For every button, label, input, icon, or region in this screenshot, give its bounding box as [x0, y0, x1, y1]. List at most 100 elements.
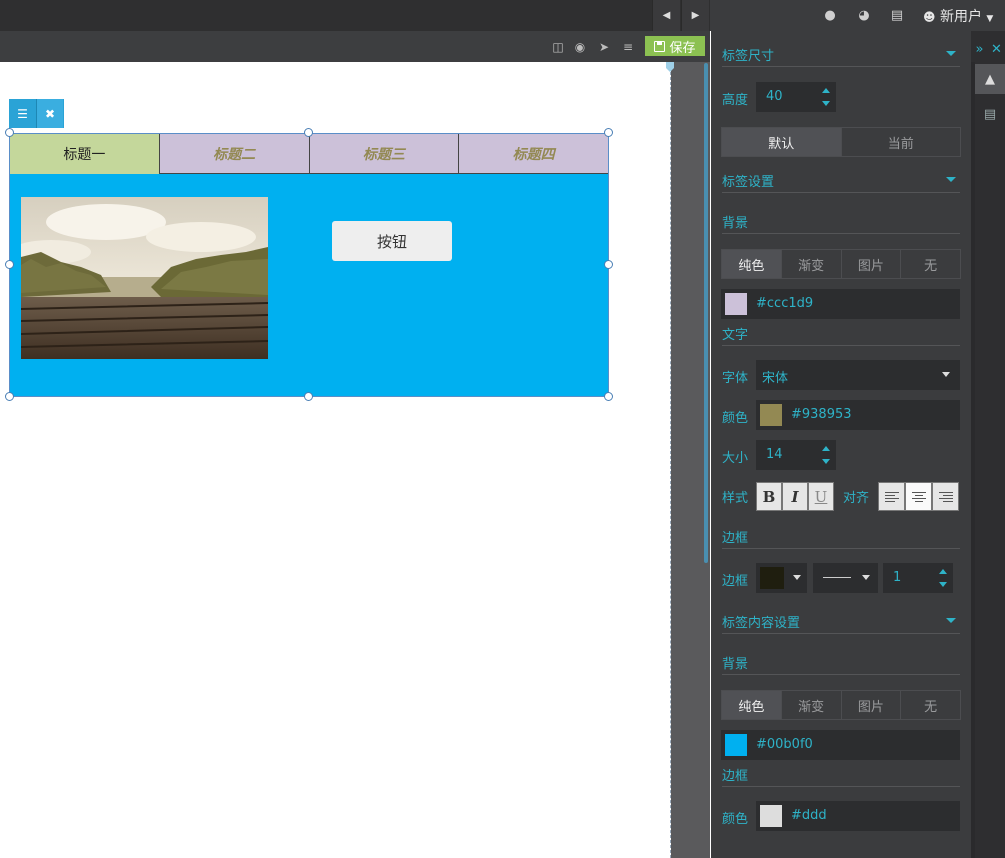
fill-solid[interactable]: 纯色	[722, 691, 782, 719]
content-border-color-picker[interactable]: #ddd	[756, 801, 960, 831]
fill-solid[interactable]: 纯色	[722, 250, 782, 278]
section-content-settings[interactable]: 标签内容设置	[722, 612, 960, 634]
close-panel-icon[interactable]: ✕	[988, 34, 1005, 64]
caret-down-icon	[793, 575, 801, 580]
section-content-settings-title: 标签内容设置	[722, 616, 801, 631]
font-select[interactable]: 宋体	[756, 360, 960, 390]
user-menu[interactable]: ☻ 新用户 ▼	[923, 6, 993, 26]
bold-button[interactable]: B	[756, 482, 782, 511]
color-swatch[interactable]	[760, 404, 782, 426]
tab-border-label: 边框	[722, 531, 749, 546]
color-swatch[interactable]	[725, 293, 747, 315]
tab-content: 按钮	[10, 174, 608, 396]
panel-strip	[971, 31, 1005, 858]
fill-image[interactable]: 图片	[842, 250, 902, 278]
canvas-scrollbar[interactable]	[704, 63, 708, 563]
settings-icon[interactable]: ≡	[620, 39, 636, 55]
globe-icon[interactable]: ●	[822, 8, 838, 24]
caret-down-icon	[862, 575, 870, 580]
tab-bg-color-picker[interactable]: #ccc1d9	[721, 289, 960, 319]
content-border-heading: 边框	[722, 765, 960, 787]
collapse-icon[interactable]: »	[971, 34, 988, 64]
mode-current[interactable]: 当前	[842, 128, 961, 156]
save-label: 保存	[669, 40, 696, 56]
tab-background-label: 背景	[722, 216, 749, 231]
panel-divider	[971, 62, 975, 858]
close-icon[interactable]: ✖	[36, 99, 63, 128]
align-right-icon[interactable]	[932, 482, 959, 511]
stepper-down-icon[interactable]	[939, 582, 947, 587]
list-icon[interactable]: ▤	[889, 8, 905, 24]
align-center-icon[interactable]	[905, 482, 932, 511]
mode-default[interactable]: 默认	[722, 128, 842, 156]
publish-icon[interactable]: ➤	[596, 39, 612, 55]
height-stepper[interactable]: 40	[756, 82, 836, 112]
fill-image[interactable]: 图片	[842, 691, 902, 719]
landscape-image[interactable]	[21, 197, 268, 359]
font-size-stepper[interactable]: 14	[756, 440, 836, 470]
resize-handle-nw[interactable]	[5, 128, 14, 137]
border-style-select[interactable]	[813, 563, 878, 593]
resize-handle-se[interactable]	[604, 392, 613, 401]
resize-handle-ne[interactable]	[604, 128, 613, 137]
sliders-icon[interactable]: ☰	[9, 99, 36, 128]
export-icon[interactable]: ◫	[550, 39, 566, 55]
content-button[interactable]: 按钮	[332, 221, 452, 261]
resize-handle-sw[interactable]	[5, 392, 14, 401]
border-color-picker[interactable]	[756, 563, 807, 593]
dashboard-icon[interactable]: ◕	[856, 8, 872, 24]
chevron-right-icon[interactable]: ▶	[681, 0, 709, 31]
underline-button[interactable]: U	[808, 482, 834, 511]
layout-tab-icon[interactable]: ▤	[975, 99, 1005, 129]
preview-icon[interactable]: ◉	[572, 39, 588, 55]
style-tab-icon[interactable]: ▲	[975, 64, 1005, 94]
color-swatch[interactable]	[725, 734, 747, 756]
caret-down-icon	[946, 51, 956, 56]
content-fill-type: 纯色 渐变 图片 无	[721, 690, 961, 720]
content-bg-color-picker[interactable]: #00b0f0	[721, 730, 960, 760]
fill-none[interactable]: 无	[901, 691, 960, 719]
fill-none[interactable]: 无	[901, 250, 960, 278]
stepper-up-icon[interactable]	[939, 569, 947, 574]
tab-border-heading: 边框	[722, 527, 960, 549]
tab-background-heading: 背景	[722, 212, 960, 234]
fill-gradient[interactable]: 渐变	[782, 250, 842, 278]
tab-1[interactable]: 标题一	[10, 134, 160, 174]
stepper-up-icon[interactable]	[822, 446, 830, 451]
size-mode-toggle: 默认 当前	[721, 127, 961, 157]
tab-widget[interactable]: 标题一 标题二 标题三 标题四 按钮	[9, 133, 609, 397]
border-label: 边框	[722, 574, 749, 589]
border-width-value: 1	[893, 570, 902, 585]
widget-toolbar: ☰ ✖	[9, 99, 64, 128]
section-tab-settings[interactable]: 标签设置	[722, 171, 960, 193]
editor-toolbar: ◫ ◉ ➤ ≡	[0, 31, 710, 62]
tab-2[interactable]: 标题二	[159, 134, 310, 174]
stepper-down-icon[interactable]	[822, 101, 830, 106]
align-left-icon[interactable]	[878, 482, 905, 511]
save-button[interactable]: 保存	[645, 36, 705, 56]
color-value: #00b0f0	[756, 737, 813, 752]
text-color-picker[interactable]: #938953	[756, 400, 960, 430]
fill-gradient[interactable]: 渐变	[782, 691, 842, 719]
color-value: #ddd	[791, 808, 827, 823]
resize-handle-n[interactable]	[304, 128, 313, 137]
text-label: 文字	[722, 328, 749, 343]
color-value: #938953	[791, 407, 852, 422]
italic-button[interactable]: I	[782, 482, 808, 511]
border-width-stepper[interactable]: 1	[883, 563, 953, 593]
resize-handle-s[interactable]	[304, 392, 313, 401]
section-tab-size[interactable]: 标签尺寸	[722, 45, 960, 67]
color-swatch[interactable]	[760, 805, 782, 827]
color-swatch[interactable]	[760, 567, 784, 589]
tab-4[interactable]: 标题四	[459, 134, 608, 174]
size-label: 大小	[722, 451, 749, 466]
tab-3[interactable]: 标题三	[309, 134, 460, 174]
content-color-label: 颜色	[722, 812, 749, 827]
resize-handle-e[interactable]	[604, 260, 613, 269]
resize-handle-w[interactable]	[5, 260, 14, 269]
top-bar: ◀ ▶ ● ◕ ▤ ☻ 新用户 ▼	[0, 0, 1005, 31]
stepper-up-icon[interactable]	[822, 88, 830, 93]
chevron-left-icon[interactable]: ◀	[652, 0, 680, 31]
stepper-down-icon[interactable]	[822, 459, 830, 464]
content-background-label: 背景	[722, 657, 749, 672]
